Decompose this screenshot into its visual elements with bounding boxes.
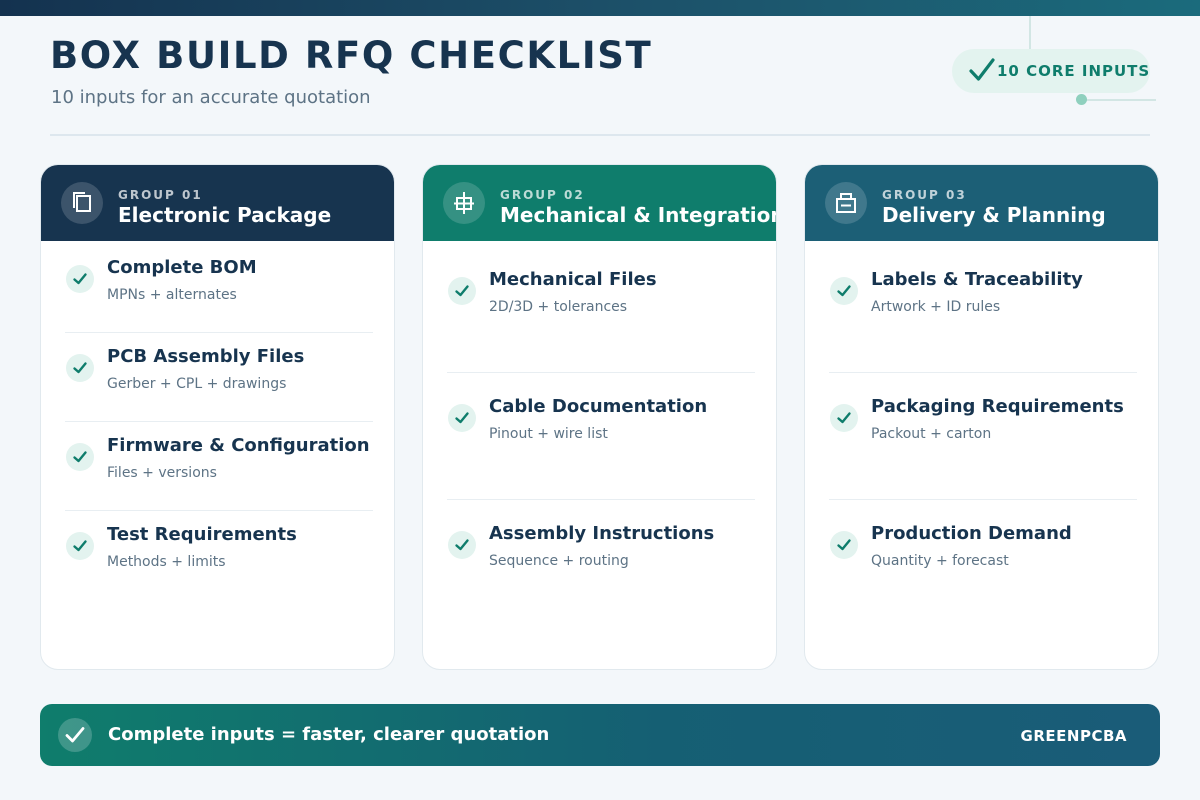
checkmark-icon (455, 412, 469, 424)
check-icon-badge (830, 531, 858, 559)
checkmark-icon (969, 58, 995, 81)
group-icon-badge (61, 182, 103, 224)
footer-banner: Complete inputs = faster, clearer quotat… (40, 704, 1160, 766)
item-divider (65, 421, 373, 422)
brand-name: GREENPCBA (1020, 727, 1127, 745)
item-divider (829, 372, 1137, 373)
core-inputs-label: 10 CORE INPUTS (997, 62, 1151, 80)
check-icon-badge (448, 404, 476, 432)
item-title: Mechanical Files (489, 269, 657, 290)
page-subtitle: 10 inputs for an accurate quotation (51, 87, 371, 108)
item-description: Artwork + ID rules (871, 299, 1001, 315)
checkmark-icon (837, 539, 851, 551)
check-icon-badge (66, 265, 94, 293)
item-description: 2D/3D + tolerances (489, 299, 628, 315)
group-number: GROUP 01 (118, 188, 203, 202)
group-card-header: GROUP 01 Electronic Package (41, 165, 394, 241)
check-icon-badge (66, 354, 94, 382)
checkmark-icon (837, 285, 851, 297)
check-icon-badge (66, 532, 94, 560)
item-title: Cable Documentation (489, 396, 708, 417)
group-title: Electronic Package (118, 203, 332, 227)
item-description: Pinout + wire list (489, 426, 608, 442)
checkmark-icon (837, 412, 851, 424)
group-title: Delivery & Planning (882, 203, 1106, 227)
mechanical-part-icon (454, 192, 474, 214)
decorative-line (1082, 99, 1156, 101)
group-icon-badge (443, 182, 485, 224)
group-title: Mechanical & Integration (500, 203, 777, 227)
item-title: Packaging Requirements (871, 396, 1124, 417)
checkmark-icon (65, 727, 85, 743)
checkmark-icon (73, 273, 87, 285)
item-title: Production Demand (871, 523, 1072, 544)
item-description: Packout + carton (871, 426, 992, 442)
item-divider (829, 499, 1137, 500)
core-inputs-badge: 10 CORE INPUTS (952, 49, 1150, 93)
group-card-electronic-package: GROUP 01 Electronic Package Complete BOM… (40, 164, 395, 670)
item-divider (447, 372, 755, 373)
page-title: BOX BUILD RFQ CHECKLIST (50, 34, 653, 77)
item-title: Labels & Traceability (871, 269, 1083, 290)
header-divider (50, 134, 1150, 136)
item-title: PCB Assembly Files (107, 346, 305, 367)
group-card-delivery-planning: GROUP 03 Delivery & Planning Labels & Tr… (804, 164, 1159, 670)
checkmark-icon (73, 362, 87, 374)
group-card-header: GROUP 03 Delivery & Planning (805, 165, 1158, 241)
group-card-header: GROUP 02 Mechanical & Integration (423, 165, 776, 241)
item-description: MPNs + alternates (107, 287, 237, 303)
item-title: Assembly Instructions (489, 523, 715, 544)
item-description: Methods + limits (107, 554, 226, 570)
item-title: Firmware & Configuration (107, 435, 370, 456)
check-icon-badge (66, 443, 94, 471)
item-divider (447, 499, 755, 500)
checkmark-icon (455, 285, 469, 297)
check-icon-badge (830, 404, 858, 432)
group-icon-badge (825, 182, 867, 224)
group-card-mechanical-integration: GROUP 02 Mechanical & Integration Mechan… (422, 164, 777, 670)
check-icon-badge (448, 531, 476, 559)
group-number: GROUP 03 (882, 188, 967, 202)
item-divider (65, 510, 373, 511)
footer-message: Complete inputs = faster, clearer quotat… (108, 724, 550, 745)
footer-check-badge (58, 718, 92, 752)
item-description: Quantity + forecast (871, 553, 1009, 569)
item-description: Gerber + CPL + drawings (107, 376, 287, 392)
check-icon-badge (830, 277, 858, 305)
check-icon-badge (448, 277, 476, 305)
decorative-line (1029, 16, 1031, 50)
copy-layers-icon (73, 192, 91, 212)
checkmark-icon (455, 539, 469, 551)
group-number: GROUP 02 (500, 188, 585, 202)
top-accent-stripe (0, 0, 1200, 16)
decorative-dot (1076, 94, 1087, 105)
checkmark-icon (73, 451, 87, 463)
checkmark-icon (73, 540, 87, 552)
item-description: Files + versions (107, 465, 217, 481)
item-divider (65, 332, 373, 333)
package-box-icon (836, 193, 856, 213)
item-title: Test Requirements (107, 524, 297, 545)
item-title: Complete BOM (107, 257, 257, 278)
item-description: Sequence + routing (489, 553, 629, 569)
